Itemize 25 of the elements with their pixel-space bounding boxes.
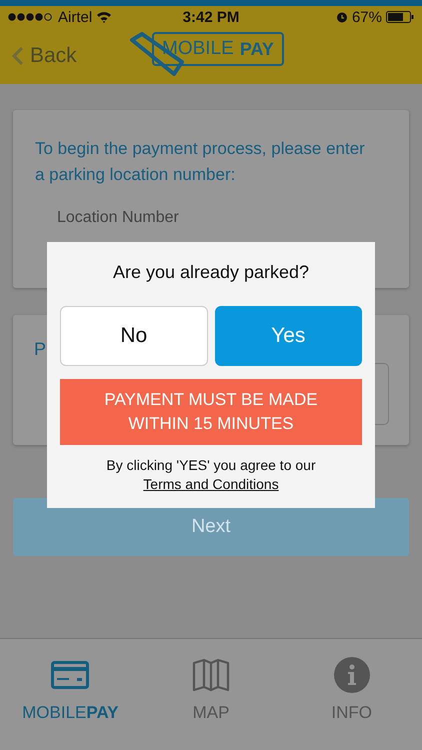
dialog-button[interactable]: No	[60, 306, 208, 366]
battery-icon	[386, 11, 414, 23]
battery-percent: 67%	[352, 8, 382, 26]
tab-bar-item[interactable]: INFO	[281, 639, 422, 750]
warning-banner: PAYMENT MUST BE MADE WITHIN 15 MINUTES	[60, 379, 362, 445]
carrier-name: Airtel	[58, 8, 92, 26]
instruction-text: To begin the payment process, please enter a parking location number:	[35, 138, 366, 186]
terms-link[interactable]: Terms and Conditions	[143, 476, 279, 492]
logo-pay: PAY	[240, 38, 274, 60]
location-number-field[interactable]: Location Number	[55, 208, 319, 228]
back-button[interactable]: Back	[0, 44, 77, 68]
tab-bar-item[interactable]: MOBILEPAY	[0, 639, 141, 750]
dialog-button[interactable]: Yes	[214, 306, 362, 366]
tab-bar-item[interactable]: MAP	[140, 639, 282, 750]
alarm-icon	[336, 11, 348, 23]
logo-text: MOBILE	[162, 38, 234, 60]
chevron-left-icon	[12, 46, 24, 66]
signal-icon	[8, 13, 54, 21]
dialog-title: Are you already parked?	[112, 262, 310, 283]
terms-note: By clicking 'YES' you agree to our	[106, 457, 316, 473]
map-icon	[192, 657, 230, 693]
wifi-icon	[96, 11, 112, 23]
info-icon	[334, 657, 370, 693]
status-time: 3:42 PM	[182, 8, 240, 26]
card-label: P	[34, 339, 46, 360]
